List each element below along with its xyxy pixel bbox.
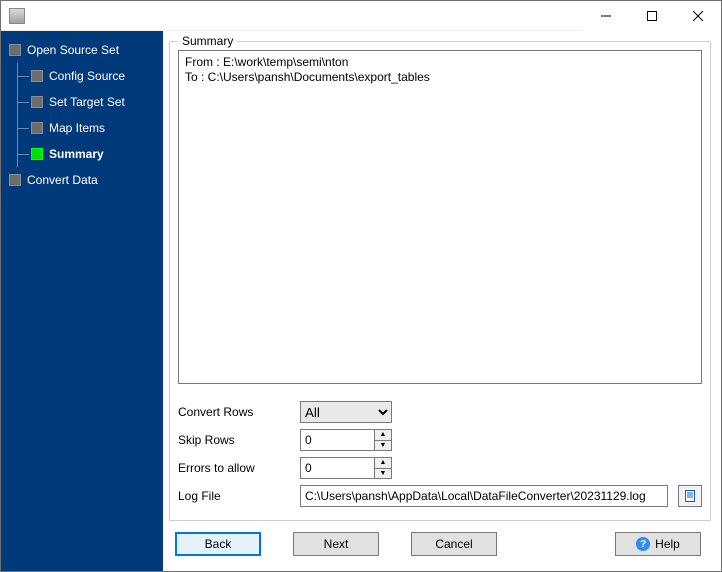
sidebar-item-label: Map Items bbox=[49, 121, 105, 135]
sidebar-item-summary[interactable]: Summary bbox=[1, 141, 163, 167]
summary-textarea[interactable]: From : E:\work\temp\semi\nton To : C:\Us… bbox=[178, 50, 702, 384]
errors-allow-input[interactable] bbox=[301, 458, 374, 478]
spinner-down-icon[interactable]: ▼ bbox=[375, 441, 391, 451]
dialog-window: Open Source Set Config Source Set Target… bbox=[0, 0, 722, 572]
step-box-active-icon bbox=[31, 148, 43, 160]
back-button[interactable]: Back bbox=[175, 532, 261, 556]
help-button[interactable]: ? Help bbox=[615, 532, 701, 556]
spinner-down-icon[interactable]: ▼ bbox=[375, 469, 391, 479]
sidebar-item-label: Summary bbox=[49, 147, 104, 161]
skip-rows-input[interactable] bbox=[301, 430, 374, 450]
wizard-sidebar: Open Source Set Config Source Set Target… bbox=[1, 31, 163, 571]
sidebar-item-label: Config Source bbox=[49, 69, 125, 83]
log-file-label: Log File bbox=[178, 489, 290, 503]
skip-rows-label: Skip Rows bbox=[178, 433, 290, 447]
convert-rows-label: Convert Rows bbox=[178, 405, 290, 419]
titlebar bbox=[1, 1, 721, 31]
log-file-input[interactable] bbox=[300, 485, 668, 507]
sidebar-item-map-items[interactable]: Map Items bbox=[1, 115, 163, 141]
sidebar-item-label: Convert Data bbox=[27, 173, 98, 187]
help-icon: ? bbox=[636, 537, 650, 551]
spinner-up-icon[interactable]: ▲ bbox=[375, 430, 391, 441]
app-icon bbox=[9, 8, 25, 24]
summary-to-line: To : C:\Users\pansh\Documents\export_tab… bbox=[185, 70, 430, 84]
browse-log-button[interactable] bbox=[678, 485, 702, 507]
step-box-icon bbox=[31, 122, 43, 134]
document-icon bbox=[683, 489, 697, 503]
sidebar-item-convert-data[interactable]: Convert Data bbox=[1, 167, 163, 193]
sidebar-item-set-target-set[interactable]: Set Target Set bbox=[1, 89, 163, 115]
maximize-button[interactable] bbox=[629, 1, 675, 31]
errors-allow-label: Errors to allow bbox=[178, 461, 290, 475]
summary-group: Summary From : E:\work\temp\semi\nton To… bbox=[169, 41, 711, 521]
wizard-buttons: Back Next Cancel ? Help bbox=[169, 521, 711, 567]
next-button[interactable]: Next bbox=[293, 532, 379, 556]
step-box-icon bbox=[9, 174, 21, 186]
minimize-button[interactable] bbox=[583, 1, 629, 31]
sidebar-item-label: Set Target Set bbox=[49, 95, 125, 109]
cancel-button[interactable]: Cancel bbox=[411, 532, 497, 556]
sidebar-item-label: Open Source Set bbox=[27, 43, 119, 57]
convert-rows-select[interactable]: All bbox=[300, 401, 392, 423]
step-box-icon bbox=[9, 44, 21, 56]
errors-allow-spinner[interactable]: ▲ ▼ bbox=[300, 457, 392, 479]
sidebar-item-config-source[interactable]: Config Source bbox=[1, 63, 163, 89]
summary-from-line: From : E:\work\temp\semi\nton bbox=[185, 55, 348, 69]
skip-rows-spinner[interactable]: ▲ ▼ bbox=[300, 429, 392, 451]
spinner-up-icon[interactable]: ▲ bbox=[375, 458, 391, 469]
sidebar-item-open-source-set[interactable]: Open Source Set bbox=[1, 37, 163, 63]
group-title: Summary bbox=[178, 34, 237, 48]
close-button[interactable] bbox=[675, 1, 721, 31]
step-box-icon bbox=[31, 70, 43, 82]
main-panel: Summary From : E:\work\temp\semi\nton To… bbox=[163, 31, 721, 571]
step-box-icon bbox=[31, 96, 43, 108]
